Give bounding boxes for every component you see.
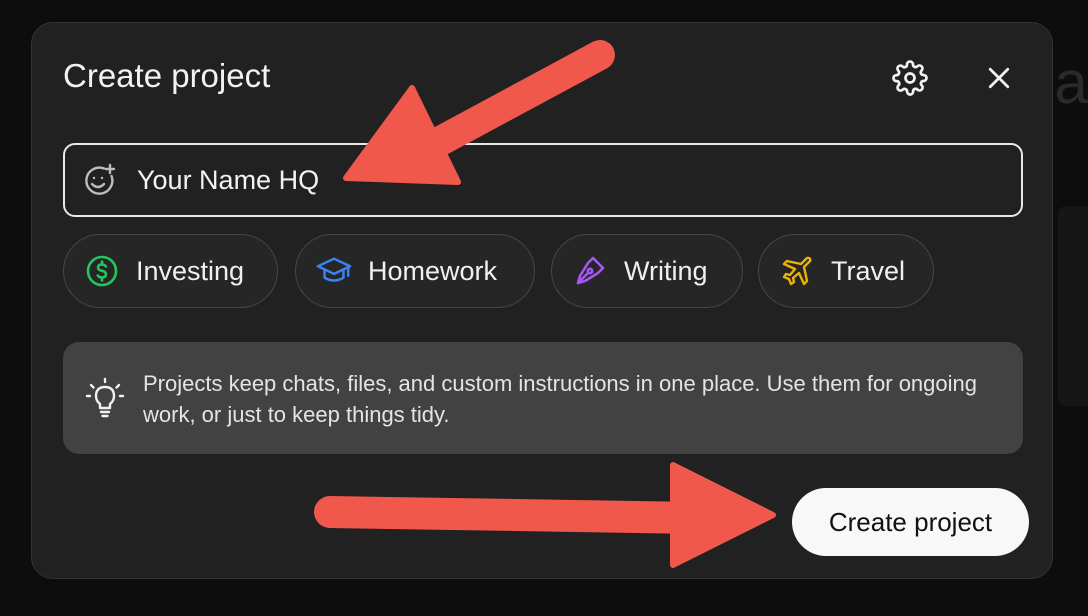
settings-button[interactable] (888, 56, 932, 100)
chip-writing[interactable]: Writing (551, 234, 743, 308)
project-name-field (63, 143, 1023, 217)
background-card (1058, 206, 1088, 406)
chip-label: Investing (136, 255, 245, 286)
close-button[interactable] (977, 56, 1021, 100)
chip-homework[interactable]: Homework (295, 234, 535, 308)
create-project-button[interactable]: Create project (792, 488, 1029, 556)
project-name-input[interactable] (137, 157, 997, 203)
gear-icon (892, 60, 928, 96)
dialog-title: Create project (63, 57, 271, 94)
graduation-cap-icon (316, 253, 352, 289)
lightbulb-icon (85, 377, 125, 418)
pen-nib-icon (572, 253, 608, 289)
add-emoji-icon[interactable] (81, 163, 117, 199)
chip-investing[interactable]: Investing (63, 234, 278, 308)
close-icon (988, 67, 1010, 89)
chip-label: Homework (368, 255, 498, 286)
airplane-icon (779, 253, 815, 289)
dollar-circle-icon (84, 253, 120, 289)
chip-label: Writing (624, 255, 708, 286)
chip-travel[interactable]: Travel (758, 234, 934, 308)
info-text: Projects keep chats, files, and custom i… (143, 371, 977, 427)
info-panel: Projects keep chats, files, and custom i… (63, 342, 1023, 454)
chip-label: Travel (831, 255, 906, 286)
create-project-dialog: Create project Your Name HQ Investing Ho… (31, 22, 1053, 579)
